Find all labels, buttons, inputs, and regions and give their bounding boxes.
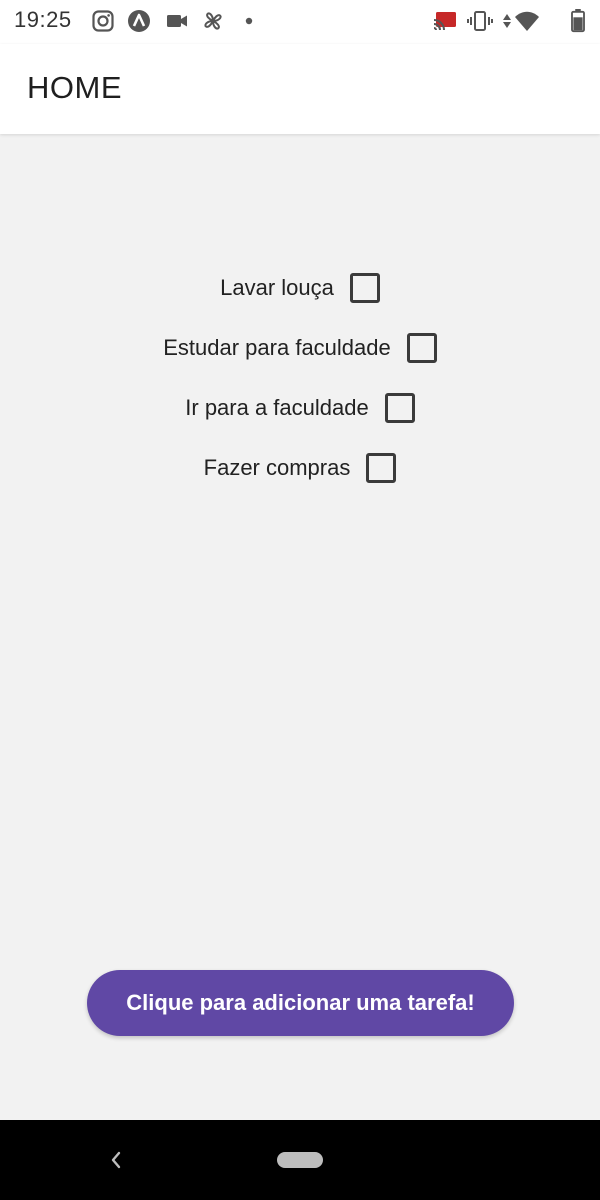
task-checkbox[interactable]: [384, 393, 415, 423]
dot-icon: [245, 17, 253, 25]
task-label: Ir para a faculdade: [185, 395, 369, 420]
cast-icon: [433, 12, 456, 31]
page-title: HOME: [27, 70, 122, 105]
add-task-button-label: Clique para adicionar uma tarefa!: [126, 990, 475, 1015]
task-label: Estudar para faculdade: [163, 335, 391, 360]
home-pill-icon[interactable]: [277, 1152, 323, 1168]
task-item: Estudar para faculdade: [0, 330, 600, 366]
battery-icon: [571, 9, 585, 33]
app-icon: [128, 10, 150, 32]
app-bar: HOME: [0, 44, 600, 134]
wifi-icon: [515, 11, 539, 31]
navigation-bar: [0, 1120, 600, 1200]
task-item: Fazer compras: [0, 450, 600, 486]
add-task-button[interactable]: Clique para adicionar uma tarefa!: [87, 970, 514, 1036]
task-item: Ir para a faculdade: [0, 390, 600, 426]
status-bar: 19:25: [0, 0, 600, 44]
video-icon: [167, 15, 187, 27]
vibrate-icon: [467, 11, 493, 31]
task-item: Lavar louça: [0, 270, 600, 306]
back-icon[interactable]: [105, 1148, 129, 1172]
task-checkbox[interactable]: [366, 453, 397, 483]
status-time: 19:25: [14, 7, 72, 32]
pinwheel-icon: [204, 12, 222, 30]
task-label: Fazer compras: [203, 455, 351, 480]
instagram-icon: [92, 10, 114, 32]
task-checkbox[interactable]: [349, 273, 380, 303]
data-arrows-icon: [503, 14, 511, 28]
task-label: Lavar louça: [220, 275, 334, 300]
task-checkbox[interactable]: [406, 333, 437, 363]
